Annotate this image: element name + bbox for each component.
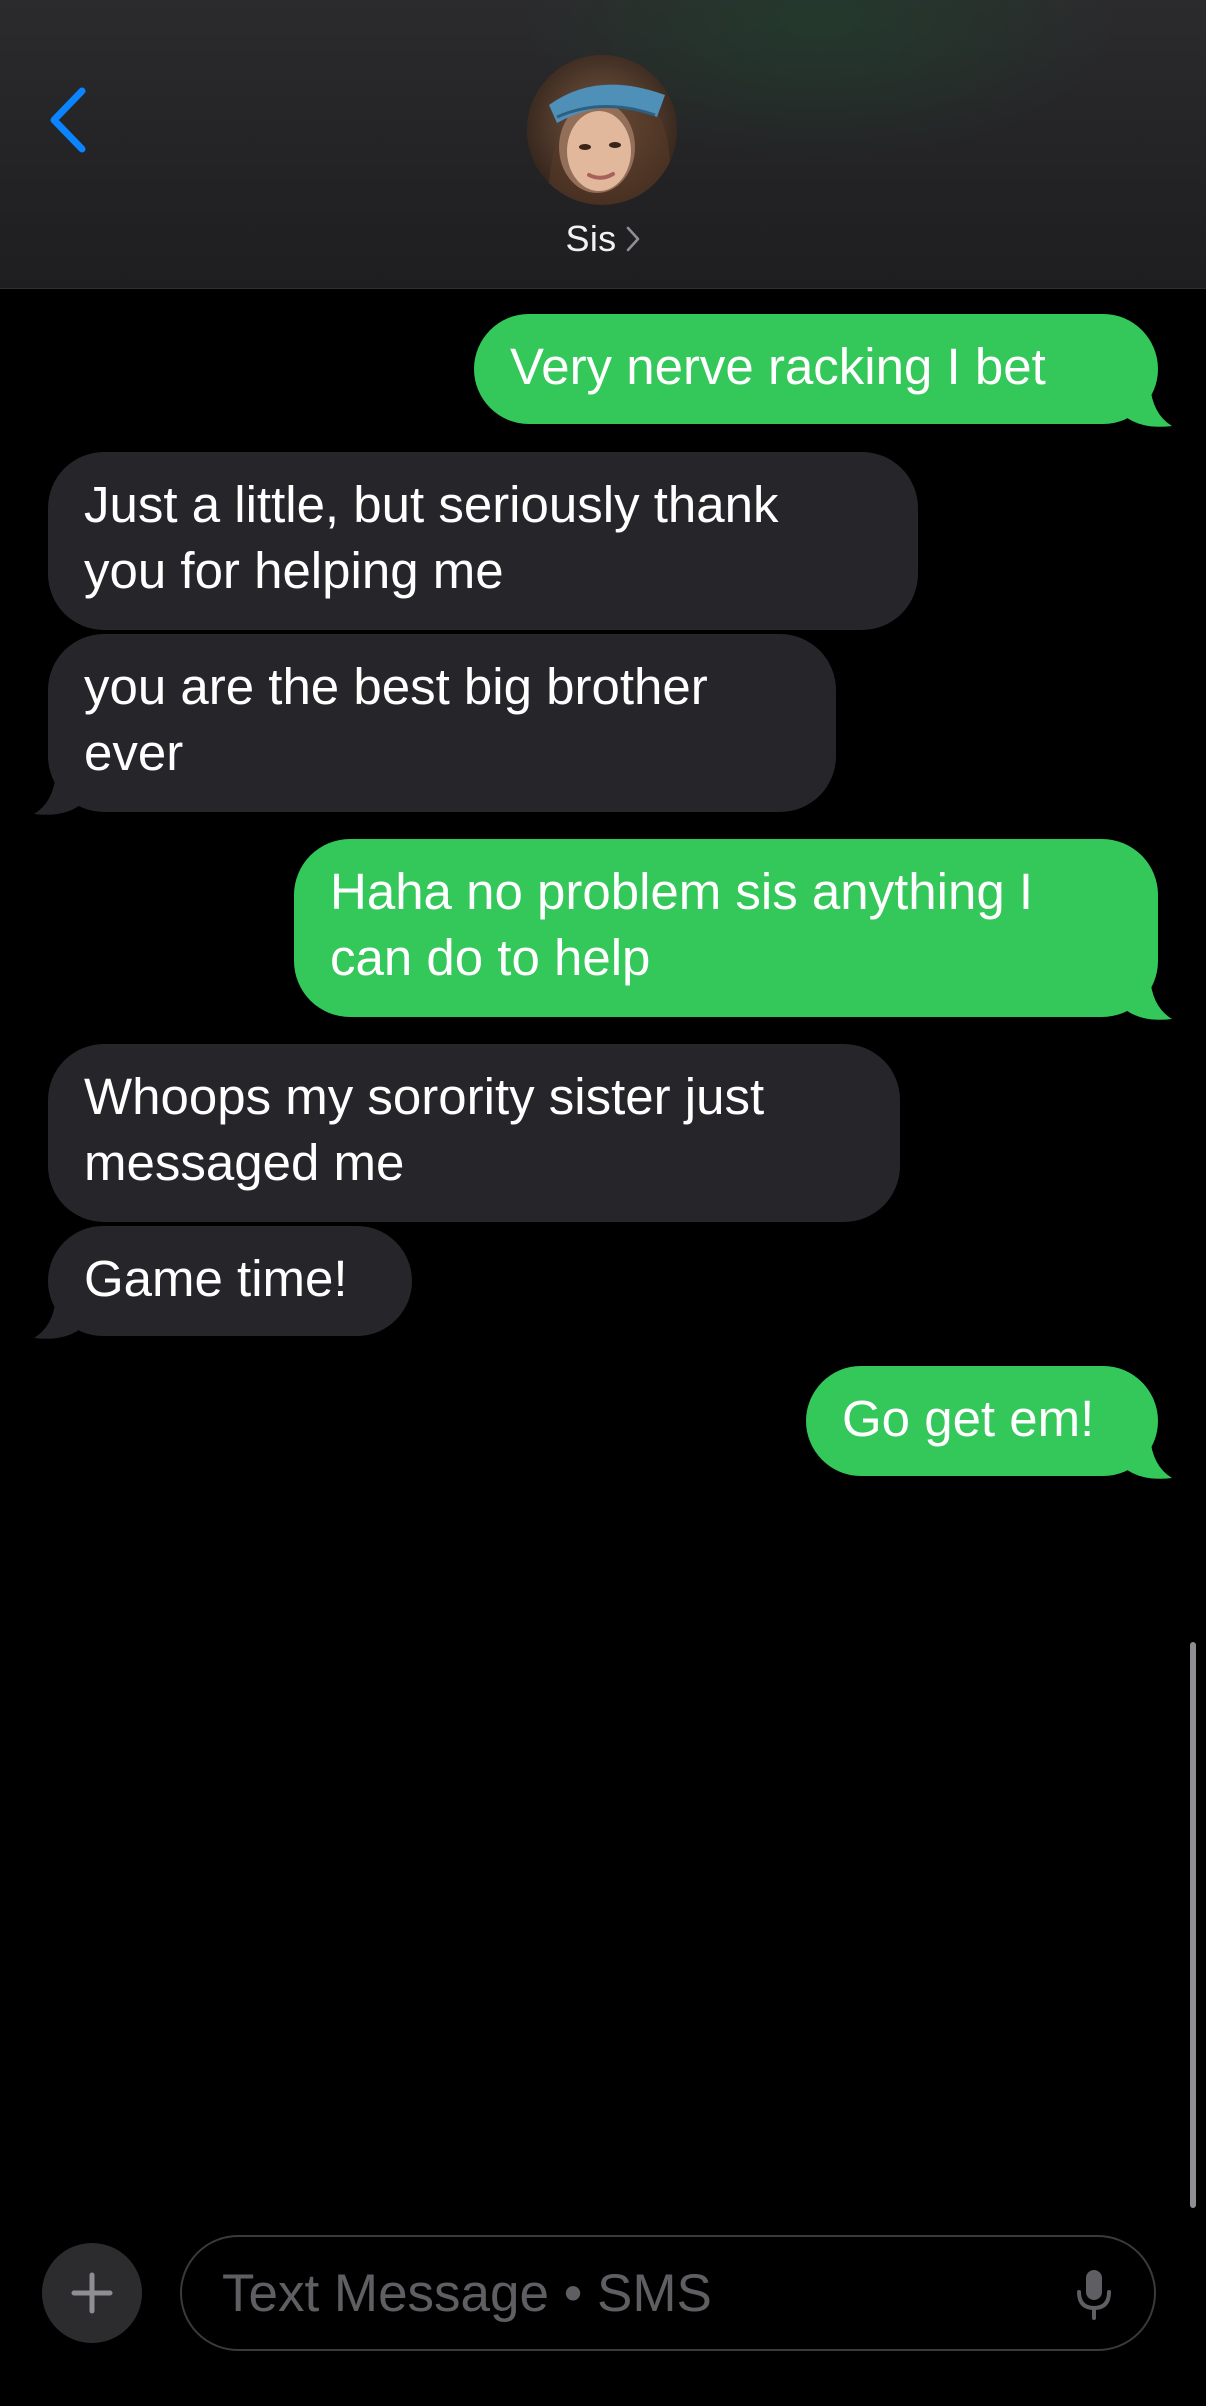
message-bubble-sent[interactable]: Go get em! <box>806 1366 1158 1476</box>
message-bubble-received[interactable]: Whoops my sorority sister just messaged … <box>48 1044 900 1222</box>
contact-avatar[interactable] <box>527 55 677 205</box>
message-bubble-sent[interactable]: Very nerve racking I bet <box>474 314 1158 424</box>
microphone-icon <box>1077 2270 1111 2320</box>
bubble-tail <box>34 772 86 815</box>
message-bubble-sent[interactable]: Haha no problem sis anything I can do to… <box>294 839 1158 1017</box>
bubble-tail <box>1120 977 1172 1020</box>
back-button[interactable] <box>38 80 98 160</box>
contact-name: Sis <box>565 218 617 259</box>
message-bubble-received[interactable]: Just a little, but seriously thank you f… <box>48 452 918 630</box>
chevron-left-icon <box>50 87 86 153</box>
scroll-indicator[interactable] <box>1190 1642 1196 2208</box>
plus-icon <box>71 2272 113 2314</box>
bubble-tail <box>1120 384 1172 427</box>
chevron-right-icon <box>626 226 640 252</box>
message-field[interactable] <box>180 2235 1156 2351</box>
dictation-button[interactable] <box>1072 2265 1116 2325</box>
conversation-header: Sis <box>0 0 1206 289</box>
bubble-tail <box>1120 1436 1172 1479</box>
contact-details-link[interactable]: Sis <box>0 218 1206 260</box>
bubble-tail <box>34 1296 86 1339</box>
add-attachment-button[interactable] <box>42 2243 142 2343</box>
avatar-photo <box>527 55 677 205</box>
message-bubble-received[interactable]: you are the best big brother ever <box>48 634 836 812</box>
message-input[interactable] <box>222 2237 1042 2349</box>
message-bubble-received[interactable]: Game time! <box>48 1226 412 1336</box>
